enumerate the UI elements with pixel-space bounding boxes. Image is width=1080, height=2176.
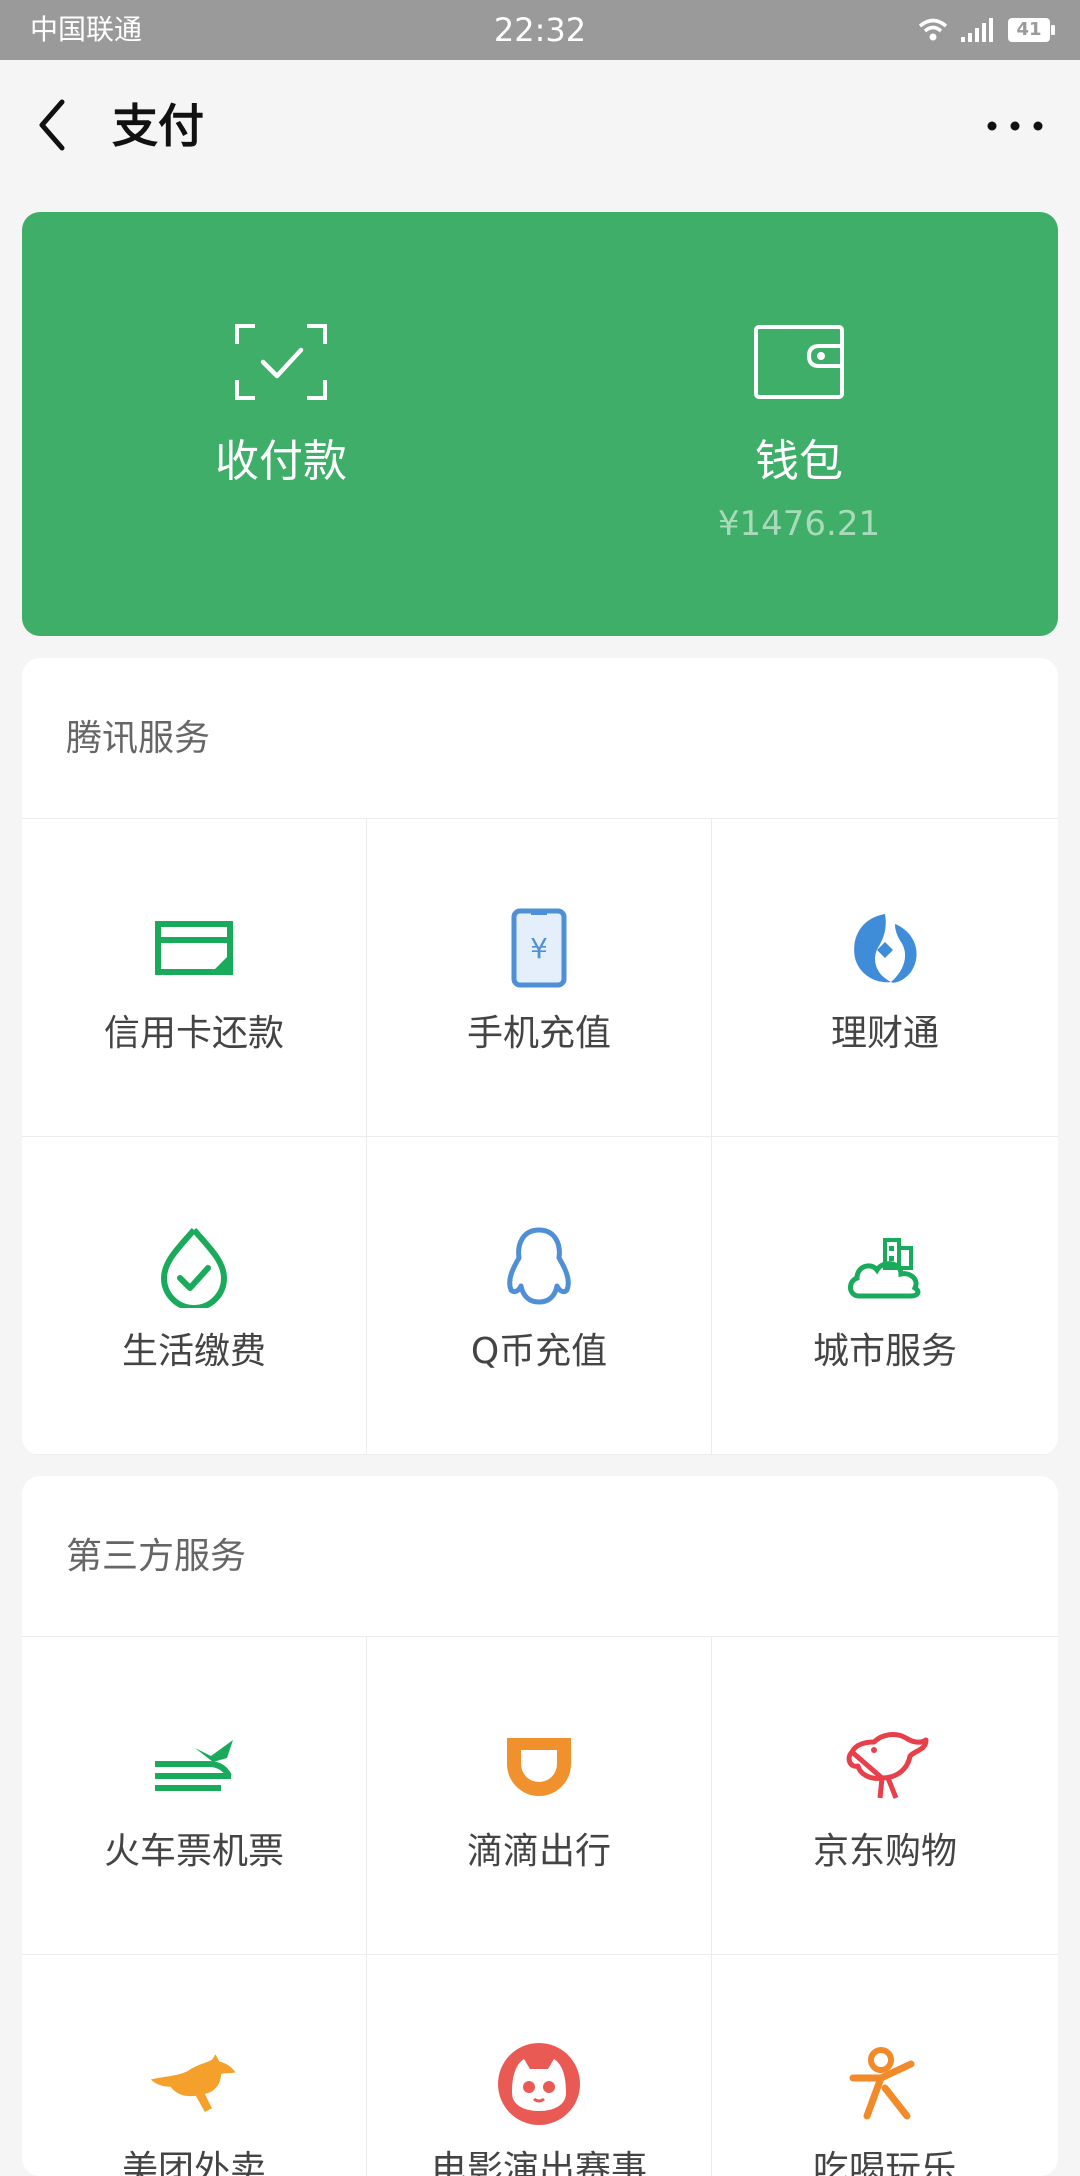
service-label: 城市服务 xyxy=(812,1331,957,1372)
jd-dog-icon xyxy=(846,1732,929,1799)
service-food-fun[interactable]: 吃喝玩乐 xyxy=(712,1955,1058,2176)
page-title: 支付 xyxy=(112,99,204,153)
credit-card-icon xyxy=(155,921,233,975)
service-grid: 信用卡还款 ¥ 手机充值 理财通 生活缴费 Q币充值 城市服务 xyxy=(22,819,1058,1455)
nav-bar: 支付 xyxy=(0,60,1080,190)
section-title: 腾讯服务 xyxy=(66,718,211,759)
service-meituan[interactable]: 美团外卖 xyxy=(22,1955,367,2176)
third-party-services-section: 第三方服务 火车票机票 滴滴出行 京东购物 美团外卖 电影演出赛事 吃喝玩乐 xyxy=(22,1476,1058,2176)
service-label: Q币充值 xyxy=(470,1331,608,1372)
service-q-coin-recharge[interactable]: Q币充值 xyxy=(367,1137,712,1455)
signal-icon xyxy=(961,18,993,42)
wifi-icon xyxy=(918,18,948,41)
receive-pay-label: 收付款 xyxy=(215,436,347,487)
service-utility-payment[interactable]: 生活缴费 xyxy=(22,1137,367,1455)
cat-eye-icon xyxy=(498,2043,580,2125)
service-label: 理财通 xyxy=(830,1013,939,1054)
status-bar: 中国联通 22:32 41 xyxy=(0,0,1080,60)
service-label: 电影演出赛事 xyxy=(430,2149,647,2176)
back-button[interactable] xyxy=(26,90,86,160)
qq-penguin-icon xyxy=(507,1227,571,1305)
service-label: 京东购物 xyxy=(812,1831,957,1872)
wallet-balance: ¥1476.21 xyxy=(717,504,881,544)
section-header: 第三方服务 xyxy=(22,1476,1058,1637)
wealth-icon xyxy=(854,914,917,983)
service-grid: 火车票机票 滴滴出行 京东购物 美团外卖 电影演出赛事 吃喝玩乐 xyxy=(22,1637,1058,2176)
service-city-services[interactable]: 城市服务 xyxy=(712,1137,1058,1455)
section-header: 腾讯服务 xyxy=(22,658,1058,819)
didi-icon xyxy=(507,1738,571,1796)
wallet-label: 钱包 xyxy=(755,436,843,487)
service-wealth[interactable]: 理财通 xyxy=(712,819,1058,1137)
service-didi[interactable]: 滴滴出行 xyxy=(367,1637,712,1955)
status-icons: 41 xyxy=(918,12,1055,48)
tencent-services-section: 腾讯服务 信用卡还款 ¥ 手机充值 理财通 生活缴费 Q币充值 城市服务 xyxy=(22,658,1058,1455)
battery-icon: 41 xyxy=(1008,18,1055,42)
wallet-icon xyxy=(754,325,844,399)
service-mobile-recharge[interactable]: ¥ 手机充值 xyxy=(367,819,712,1137)
wallet-button[interactable]: 钱包 ¥1476.21 xyxy=(540,212,1058,636)
kangaroo-icon xyxy=(150,2054,236,2112)
service-movies-shows[interactable]: 电影演出赛事 xyxy=(367,1955,712,2176)
service-train-plane-tickets[interactable]: 火车票机票 xyxy=(22,1637,367,1955)
receive-pay-button[interactable]: 收付款 xyxy=(22,212,540,636)
service-label: 手机充值 xyxy=(466,1013,611,1054)
dianping-icon xyxy=(849,2047,915,2120)
section-title: 第三方服务 xyxy=(66,1536,247,1577)
service-jd-shopping[interactable]: 京东购物 xyxy=(712,1637,1058,1955)
utility-payment-icon xyxy=(160,1228,228,1308)
service-label: 吃喝玩乐 xyxy=(812,2149,957,2176)
service-credit-card-repayment[interactable]: 信用卡还款 xyxy=(22,819,367,1137)
scan-check-icon xyxy=(235,324,327,400)
more-button[interactable] xyxy=(980,96,1050,156)
service-label: 生活缴费 xyxy=(121,1331,266,1372)
mobile-recharge-icon: ¥ xyxy=(511,908,567,988)
city-service-icon xyxy=(848,1238,921,1299)
service-label: 美团外卖 xyxy=(121,2149,266,2176)
service-label: 滴滴出行 xyxy=(466,1831,611,1872)
service-label: 火车票机票 xyxy=(103,1831,284,1872)
ellipsis-icon xyxy=(987,121,1043,131)
train-plane-icon xyxy=(155,1740,233,1791)
chevron-left-icon xyxy=(39,99,65,151)
service-label: 信用卡还款 xyxy=(103,1013,284,1054)
svg-text:¥: ¥ xyxy=(530,932,548,965)
pay-card: 收付款 钱包 ¥1476.21 xyxy=(22,212,1058,636)
